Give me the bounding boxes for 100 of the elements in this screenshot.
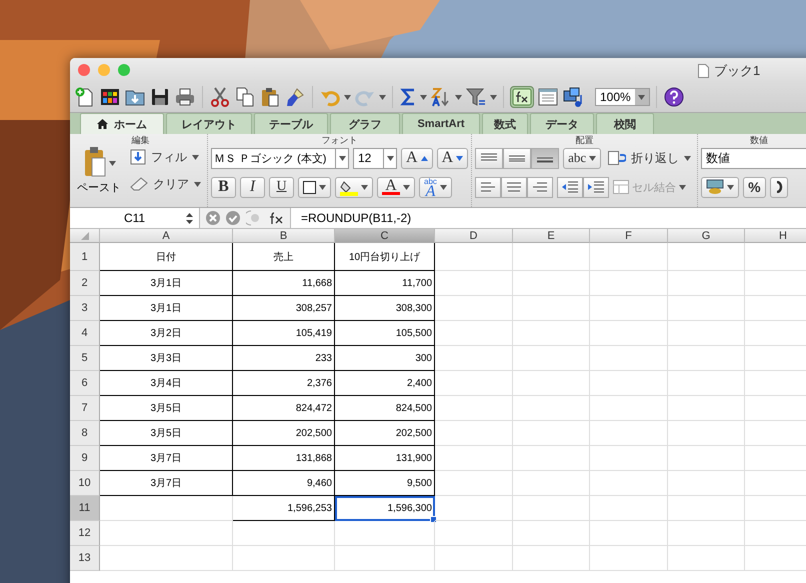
align-button[interactable] (475, 148, 504, 168)
caret-icon (379, 94, 386, 100)
ribbon-tab[interactable]: グラフ (330, 113, 400, 134)
row-header[interactable]: 12 (70, 521, 100, 546)
fill-color-button[interactable] (335, 176, 373, 198)
bold-button[interactable]: B (211, 176, 236, 198)
column-header[interactable]: D (435, 229, 513, 243)
table-cell: 2,376 (233, 371, 335, 396)
table-cell: 9,500 (335, 471, 435, 496)
percent-button[interactable]: % (743, 176, 766, 198)
table-cell: 9,460 (233, 471, 335, 496)
shrink-font-button[interactable]: A (436, 148, 468, 168)
currency-button[interactable] (701, 176, 740, 198)
column-header[interactable]: B (233, 229, 335, 243)
row-header[interactable]: 10 (70, 471, 100, 496)
clipboard-icon[interactable] (259, 86, 281, 108)
ribbon-tab[interactable]: テーブル (254, 113, 328, 134)
font-name-field[interactable]: ＭＳ Ｐゴシック (本文) (211, 148, 349, 168)
column-header[interactable]: G (668, 229, 745, 243)
text-styles-button[interactable]: abc A (419, 176, 452, 198)
clear-button[interactable]: クリア (127, 173, 204, 195)
row-header[interactable]: 6 (70, 371, 100, 396)
row-header[interactable]: 7 (70, 396, 100, 421)
up-triangle-icon (420, 156, 428, 160)
home-icon (97, 119, 108, 129)
scissors-icon[interactable] (209, 86, 231, 108)
table-icon (613, 180, 630, 194)
stepper-icon[interactable] (186, 212, 193, 224)
ribbon-tab[interactable]: 数式 (482, 113, 528, 134)
wrap-text-button[interactable]: 折り返し (605, 147, 694, 169)
underline-button[interactable]: U (269, 176, 294, 198)
ribbon-tab[interactable]: 校閲 (596, 113, 654, 134)
caret-icon (194, 182, 201, 186)
borders-button[interactable] (298, 176, 331, 198)
ribbon-tab[interactable]: データ (530, 113, 594, 134)
media-icon[interactable] (562, 86, 584, 108)
row-header[interactable]: 2 (70, 271, 100, 296)
ribbon-tab[interactable]: ホーム (80, 113, 164, 134)
column-header[interactable]: A (100, 229, 233, 243)
ribbon-tab[interactable]: SmartArt (402, 113, 480, 134)
table-cell: 233 (233, 346, 335, 371)
table-cell: 824,500 (335, 396, 435, 421)
row-header[interactable]: 1 (70, 243, 100, 271)
indent-button[interactable] (583, 176, 610, 198)
help-icon[interactable] (662, 86, 685, 108)
cancel-icon[interactable] (206, 211, 220, 225)
fill-button[interactable]: フィル (127, 146, 204, 168)
row-header[interactable]: 5 (70, 346, 100, 371)
formula-builder-button[interactable] (510, 86, 534, 108)
column-header[interactable]: E (513, 229, 590, 243)
eraser-icon (130, 177, 148, 191)
align-button[interactable] (531, 148, 560, 168)
row-header[interactable]: 3 (70, 296, 100, 321)
name-box[interactable]: C11 (70, 208, 200, 228)
caret-icon (403, 184, 410, 190)
orientation-button[interactable]: abc (563, 148, 602, 168)
gallery-icon[interactable] (99, 86, 121, 108)
save-icon[interactable] (149, 86, 171, 108)
comma-style-button[interactable] (770, 176, 788, 198)
font-size-field[interactable]: 12 (353, 148, 397, 168)
table-cell: 3月5日 (100, 396, 233, 421)
triangle-icon (80, 232, 88, 240)
wrap-icon (608, 151, 626, 165)
filter-icon[interactable] (465, 86, 487, 108)
align-button[interactable] (501, 176, 528, 198)
function-icon[interactable] (268, 211, 284, 225)
row-header[interactable]: 8 (70, 421, 100, 446)
confirm-icon[interactable] (226, 211, 240, 225)
table-cell: 3月1日 (100, 271, 233, 296)
window-title: ブック1 (714, 62, 760, 80)
column-header[interactable]: C (335, 229, 435, 243)
indent-icon (562, 181, 578, 193)
fill-handle[interactable] (430, 516, 437, 523)
indent-button[interactable] (557, 176, 584, 198)
table-cell: 1,596,300 (335, 496, 435, 521)
align-button[interactable] (527, 176, 554, 198)
print-icon[interactable] (174, 86, 196, 108)
row-header[interactable]: 9 (70, 446, 100, 471)
row-header[interactable]: 13 (70, 546, 100, 571)
toolbox-icon[interactable] (537, 86, 559, 108)
table-cell: 131,900 (335, 446, 435, 471)
caret-icon (386, 156, 394, 160)
italic-button[interactable]: I (240, 176, 265, 198)
zoom-field[interactable]: 100% (595, 88, 650, 106)
row-header[interactable]: 4 (70, 321, 100, 346)
column-header[interactable]: F (590, 229, 668, 243)
square-icon (303, 180, 316, 194)
font-color-button[interactable]: A (377, 176, 415, 198)
copy-icon[interactable] (234, 86, 256, 108)
column-header[interactable]: H (745, 229, 806, 243)
brush-icon[interactable] (284, 86, 306, 108)
align-button[interactable] (475, 176, 502, 198)
align-button[interactable] (503, 148, 532, 168)
sum-icon[interactable] (399, 86, 417, 108)
grow-font-button[interactable]: A (401, 148, 433, 168)
paste-button[interactable]: ペースト (77, 146, 121, 195)
row-header[interactable]: 11 (70, 496, 100, 521)
ribbon-tab[interactable]: レイアウト (166, 113, 252, 134)
number-format-field[interactable]: 数値 (701, 148, 806, 168)
formula-field[interactable]: =ROUNDUP(B11,-2) (291, 208, 806, 228)
